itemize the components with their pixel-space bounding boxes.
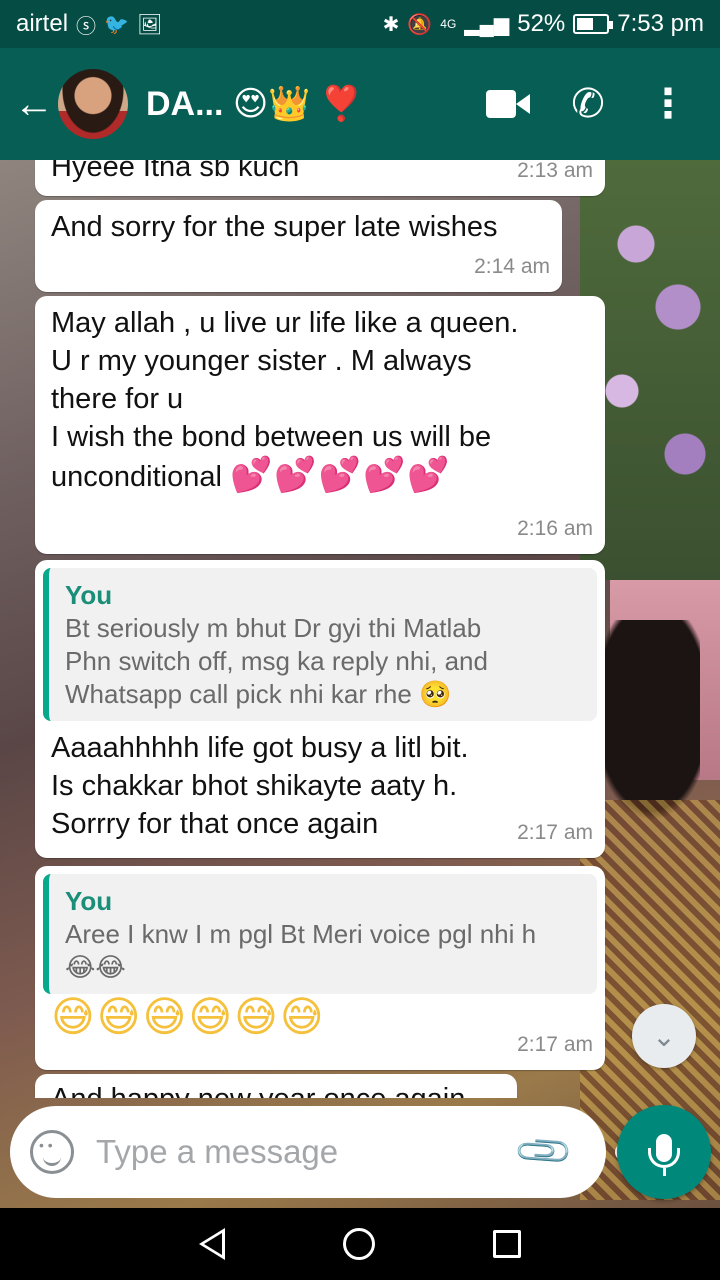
- voice-call-button[interactable]: ✆: [548, 64, 628, 144]
- phone-icon: ✆: [571, 82, 605, 126]
- signal-icon: ▂▄▆: [464, 13, 510, 36]
- message-text: And sorry for the super late wishes: [51, 211, 498, 243]
- gallery-icon: 🖼: [136, 13, 163, 36]
- quote-author: You: [65, 580, 113, 610]
- message-composer: 📎: [10, 1106, 634, 1198]
- hearts-emoji: 💕💕💕💕💕: [229, 455, 452, 495]
- quote-text: Bt seriously m bhut Dr gyi thi Matlab Ph…: [65, 613, 488, 709]
- message-list[interactable]: Hyeee Itna sb kuch 2:13 am And sorry for…: [0, 160, 720, 1098]
- attach-button[interactable]: 📎: [512, 1120, 577, 1185]
- bluetooth-icon: ✱: [382, 13, 400, 36]
- voice-record-button[interactable]: [617, 1105, 711, 1199]
- system-nav-bar: [0, 1208, 720, 1280]
- video-camera-icon: [486, 90, 530, 118]
- message-text: Hyeee Itna sb kuch: [51, 160, 300, 183]
- quoted-message[interactable]: You Bt seriously m bhut Dr gyi thi Matla…: [43, 568, 597, 721]
- nav-recents-icon[interactable]: [493, 1230, 521, 1258]
- contact-name[interactable]: DA... 😍👑 ❣️: [146, 84, 468, 124]
- data-saver-icon: ⓢ: [76, 15, 97, 38]
- twitter-icon: 🐦: [104, 13, 129, 36]
- message-time: 2:14 am: [474, 255, 550, 278]
- quote-author: You: [65, 886, 113, 916]
- scroll-to-bottom-button[interactable]: ⌄: [632, 1004, 696, 1068]
- message-time: 2:13 am: [517, 160, 593, 182]
- sweat-smile-emoji: 😅😅😅😅😅😅: [51, 992, 326, 1041]
- video-call-button[interactable]: [468, 64, 548, 144]
- mute-icon: 🔕: [407, 13, 433, 36]
- more-options-button[interactable]: ⋮: [628, 64, 708, 144]
- message-bubble[interactable]: Hyeee Itna sb kuch 2:13 am: [35, 160, 605, 196]
- battery-percent: 52%: [517, 10, 566, 37]
- message-time: 2:17 am: [517, 821, 593, 844]
- message-text: And happy new year once again: [51, 1074, 501, 1098]
- message-bubble[interactable]: You Bt seriously m bhut Dr gyi thi Matla…: [35, 560, 605, 858]
- chevron-double-down-icon: ⌄: [652, 1020, 676, 1052]
- carrier-label: airtel: [16, 10, 69, 37]
- message-bubble[interactable]: May allah , u live ur life like a queen.…: [35, 296, 605, 554]
- more-vert-icon: ⋮: [648, 82, 688, 126]
- clock: 7:53 pm: [617, 10, 704, 37]
- message-time: 2:17 am: [517, 1033, 593, 1056]
- message-bubble[interactable]: And sorry for the super late wishes 2:14…: [35, 200, 562, 292]
- message-bubble[interactable]: And happy new year once again: [35, 1074, 517, 1098]
- message-text: Aaaahhhhh life got busy a litl bit. Is c…: [51, 732, 469, 840]
- network-type: 4G: [440, 17, 457, 31]
- emoji-button[interactable]: [30, 1130, 74, 1174]
- nav-home-icon[interactable]: [343, 1228, 375, 1260]
- avatar[interactable]: [58, 69, 128, 139]
- quoted-message[interactable]: You Aree I knw I m pgl Bt Meri voice pgl…: [43, 874, 597, 994]
- message-time: 2:16 am: [517, 517, 593, 540]
- chat-header: ← DA... 😍👑 ❣️ ✆ ⋮: [0, 48, 720, 160]
- status-bar: airtel ⓢ 🐦 🖼 ✱ 🔕 4G ▂▄▆ 52% 7:53 pm: [0, 0, 720, 48]
- back-arrow-icon[interactable]: ←: [12, 84, 56, 124]
- message-bubble[interactable]: You Aree I knw I m pgl Bt Meri voice pgl…: [35, 866, 605, 1070]
- mic-icon: [648, 1134, 680, 1176]
- quote-text: Aree I knw I m pgl Bt Meri voice pgl nhi…: [65, 919, 537, 982]
- message-input[interactable]: [96, 1133, 521, 1171]
- battery-icon: [573, 14, 614, 34]
- nav-back-icon[interactable]: [199, 1228, 225, 1260]
